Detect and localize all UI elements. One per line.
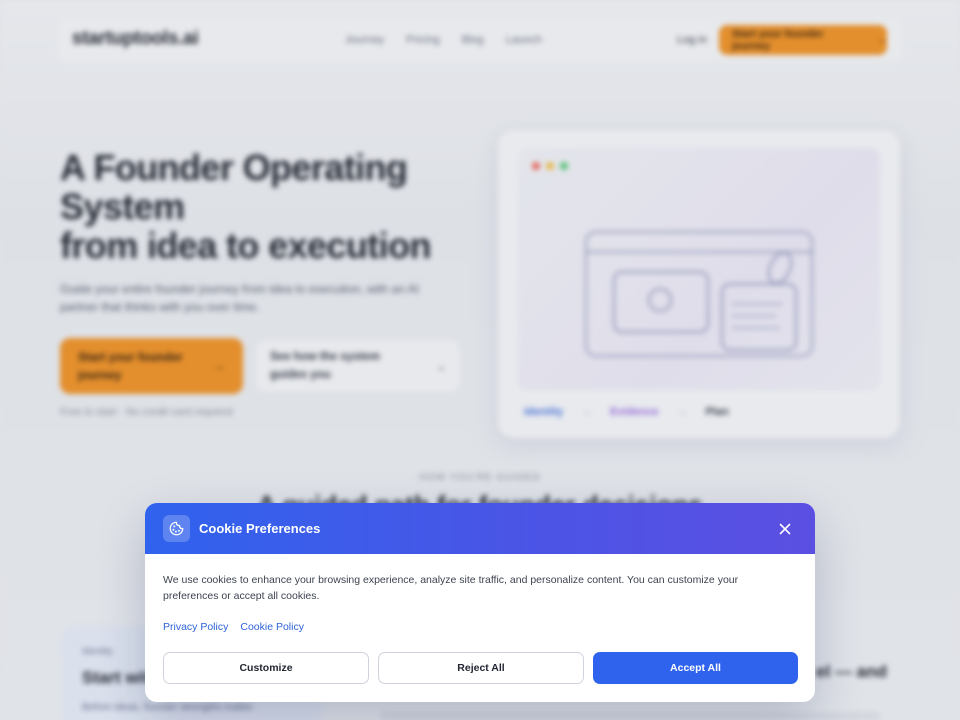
accept-all-button[interactable]: Accept All: [593, 652, 798, 684]
reject-all-button[interactable]: Reject All: [378, 652, 584, 684]
modal-header: Cookie Preferences: [145, 503, 815, 554]
policy-links: Privacy Policy Cookie Policy: [163, 621, 797, 633]
modal-title: Cookie Preferences: [199, 521, 321, 536]
modal-actions: Customize Reject All Accept All: [163, 652, 798, 684]
cookie-icon: [163, 515, 190, 542]
customize-button[interactable]: Customize: [163, 652, 369, 684]
modal-body: We use cookies to enhance your browsing …: [145, 554, 815, 633]
modal-description: We use cookies to enhance your browsing …: [163, 574, 739, 602]
cookie-policy-link[interactable]: Cookie Policy: [240, 621, 304, 633]
close-icon[interactable]: [775, 519, 795, 539]
cookie-preferences-modal: Cookie Preferences We use cookies to enh…: [145, 503, 815, 702]
privacy-policy-link[interactable]: Privacy Policy: [163, 621, 228, 633]
